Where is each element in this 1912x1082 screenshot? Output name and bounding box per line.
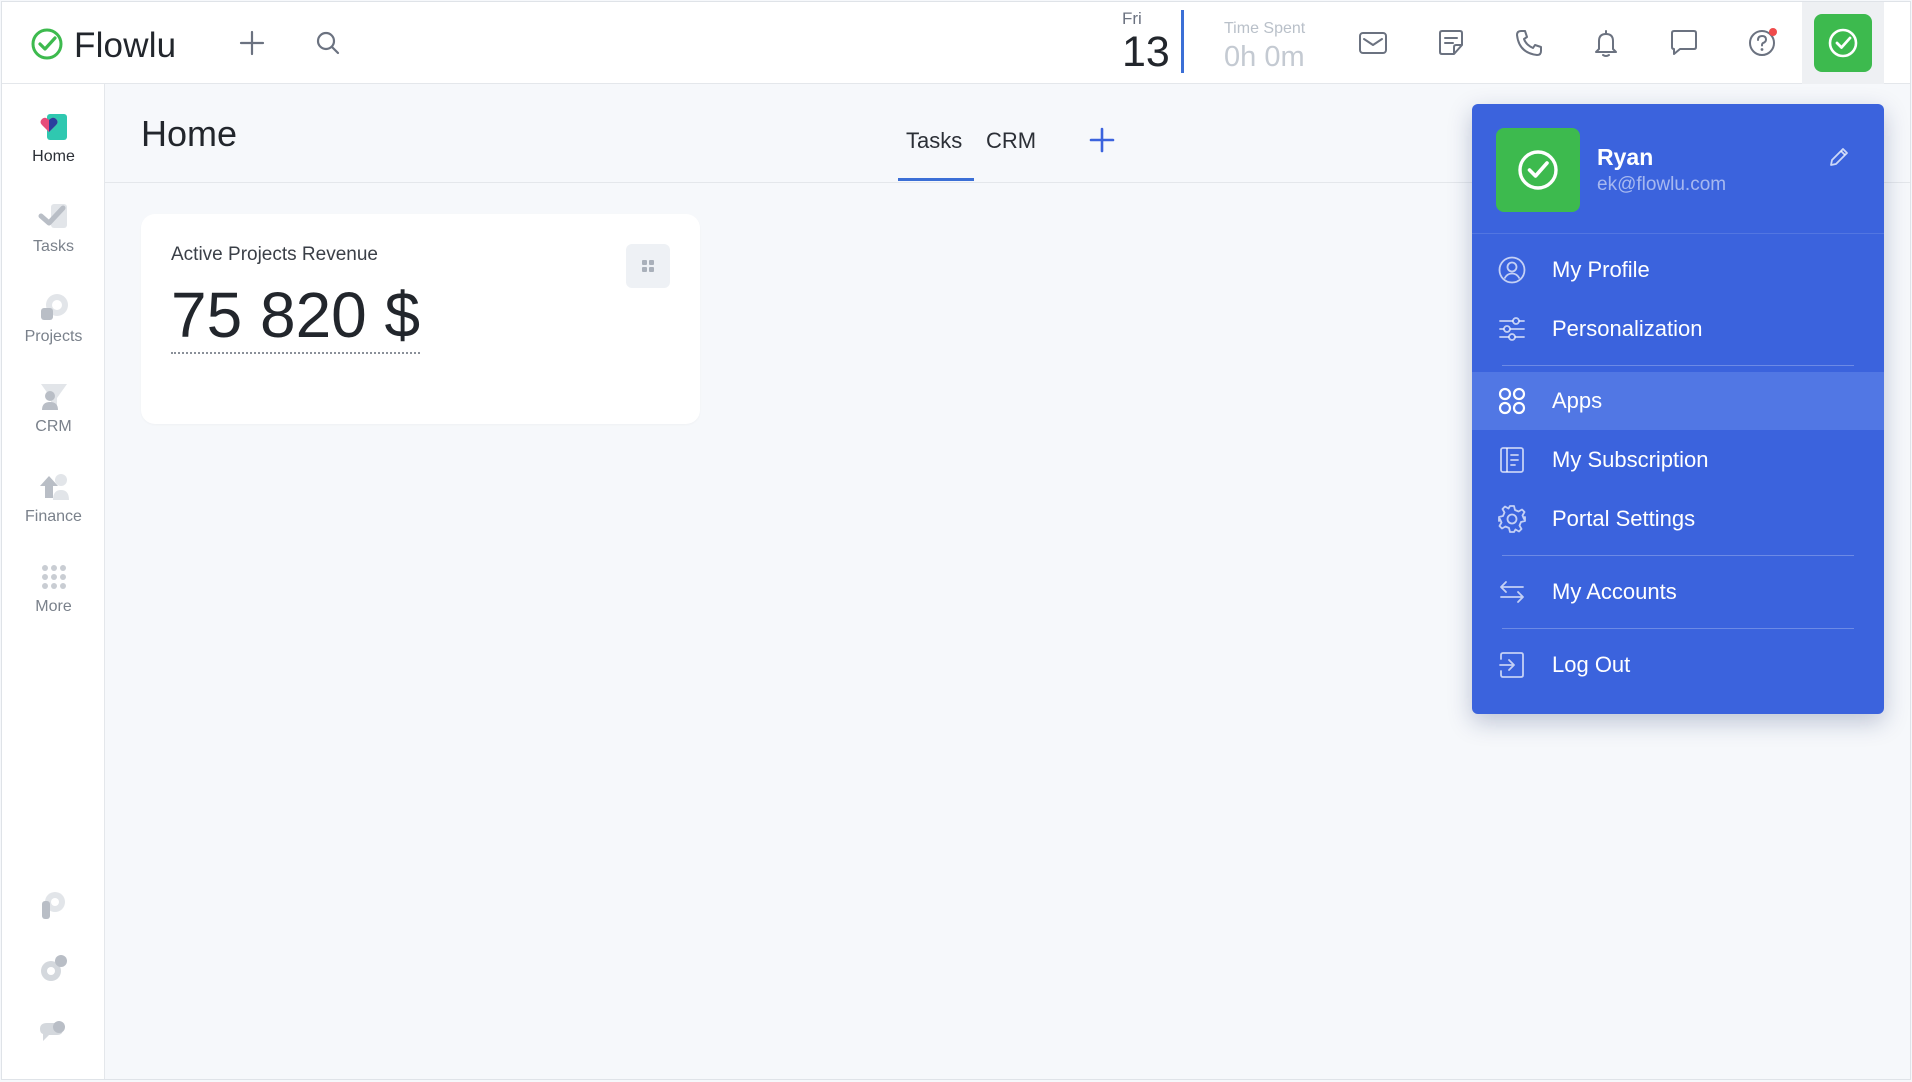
user-menu-dropdown: Ryan ek@flowlu.com My Profile Personaliz… — [1472, 104, 1884, 714]
date-divider — [1181, 10, 1184, 73]
logo[interactable]: Flowlu — [30, 26, 176, 66]
revenue-widget[interactable]: Active Projects Revenue 75 820 $ — [141, 214, 700, 424]
user-menu-header: Ryan ek@flowlu.com — [1472, 104, 1884, 234]
active-tab-indicator — [898, 178, 974, 181]
time-spent[interactable]: Time Spent 0h 0m — [1224, 20, 1305, 74]
app-window: Flowlu Fri 13 Time Spent 0h 0m Home Task… — [1, 1, 1911, 1080]
notes-icon[interactable] — [1428, 20, 1474, 66]
menu-item-my-subscription[interactable]: My Subscription — [1472, 431, 1884, 489]
page-title: Home — [141, 113, 238, 154]
avatar — [1496, 128, 1580, 212]
mail-icon[interactable] — [1350, 20, 1396, 66]
create-plus-icon[interactable] — [234, 25, 270, 61]
sidebar-item-more[interactable]: More — [2, 554, 105, 632]
sidebar-item-label: CRM — [35, 418, 72, 435]
menu-divider — [1502, 365, 1854, 366]
menu-item-my-profile[interactable]: My Profile — [1472, 241, 1884, 299]
top-bar: Flowlu Fri 13 Time Spent 0h 0m — [2, 2, 1910, 84]
tab-crm[interactable]: CRM — [986, 128, 1036, 154]
sidebar: Home Tasks Projects CRM Finance More — [2, 84, 105, 1079]
user-email: ek@flowlu.com — [1597, 174, 1727, 195]
widget-title: Active Projects Revenue — [171, 244, 378, 265]
menu-item-label: Portal Settings — [1552, 506, 1696, 531]
drag-handle-icon[interactable] — [626, 244, 670, 288]
date-widget[interactable]: Fri 13 — [1122, 9, 1182, 76]
subscription-icon — [1496, 444, 1528, 476]
finance-icon — [37, 470, 71, 504]
menu-item-label: My Profile — [1552, 257, 1650, 282]
sidebar-item-projects[interactable]: Projects — [2, 284, 105, 362]
integrations-icon[interactable] — [36, 888, 70, 922]
sidebar-item-tasks[interactable]: Tasks — [2, 194, 105, 272]
chat-icon[interactable] — [1661, 20, 1707, 66]
sliders-icon — [1496, 313, 1528, 345]
sidebar-item-label: Home — [32, 148, 75, 165]
widget-value[interactable]: 75 820 $ — [171, 280, 421, 354]
user-circle-icon — [1496, 254, 1528, 286]
help-notification-dot — [1769, 28, 1777, 36]
user-avatar-button[interactable] — [1802, 2, 1884, 84]
time-spent-label: Time Spent — [1224, 20, 1306, 37]
logout-icon — [1496, 649, 1528, 681]
sidebar-item-label: Tasks — [33, 238, 74, 255]
edit-pencil-icon[interactable] — [1824, 142, 1854, 172]
feedback-chat-icon[interactable] — [36, 1016, 70, 1050]
menu-divider — [1502, 555, 1854, 556]
menu-item-portal-settings[interactable]: Portal Settings — [1472, 490, 1884, 548]
switch-icon — [1496, 576, 1528, 608]
tab-tasks[interactable]: Tasks — [906, 128, 962, 154]
menu-item-label: Log Out — [1552, 652, 1631, 677]
gear-icon — [1496, 503, 1528, 535]
date-number: 13 — [1122, 28, 1170, 76]
more-icon — [37, 560, 71, 594]
sidebar-item-label: Projects — [24, 328, 83, 345]
time-spent-value: 0h 0m — [1224, 41, 1305, 73]
menu-item-label: My Subscription — [1552, 447, 1709, 472]
bell-icon[interactable] — [1583, 20, 1629, 66]
date-day: Fri — [1122, 9, 1142, 28]
apps-icon — [1496, 385, 1528, 417]
sidebar-item-label: More — [35, 598, 72, 615]
tasks-icon — [37, 200, 71, 234]
home-icon — [37, 110, 71, 144]
search-icon[interactable] — [310, 25, 346, 61]
sidebar-item-crm[interactable]: CRM — [2, 374, 105, 452]
menu-item-label: My Accounts — [1552, 579, 1677, 604]
sidebar-item-label: Finance — [25, 508, 82, 525]
avatar — [1814, 14, 1872, 72]
menu-item-personalization[interactable]: Personalization — [1472, 300, 1884, 358]
menu-item-label: Apps — [1552, 388, 1603, 413]
crm-icon — [37, 380, 71, 414]
menu-item-my-accounts[interactable]: My Accounts — [1472, 563, 1884, 621]
user-name: Ryan — [1597, 144, 1654, 170]
help-icon[interactable] — [1739, 20, 1785, 66]
sidebar-item-home[interactable]: Home — [2, 104, 105, 182]
logo-text: Flowlu — [74, 26, 177, 65]
phone-icon[interactable] — [1506, 20, 1552, 66]
projects-icon — [37, 290, 71, 324]
logo-icon — [30, 27, 64, 66]
settings-gear-icon[interactable] — [36, 952, 70, 986]
menu-divider — [1502, 628, 1854, 629]
sidebar-item-finance[interactable]: Finance — [2, 464, 105, 542]
menu-item-apps[interactable]: Apps — [1472, 372, 1884, 430]
menu-item-log-out[interactable]: Log Out — [1472, 636, 1884, 694]
menu-item-label: Personalization — [1552, 316, 1703, 341]
add-tab-plus-icon[interactable] — [1086, 124, 1118, 156]
